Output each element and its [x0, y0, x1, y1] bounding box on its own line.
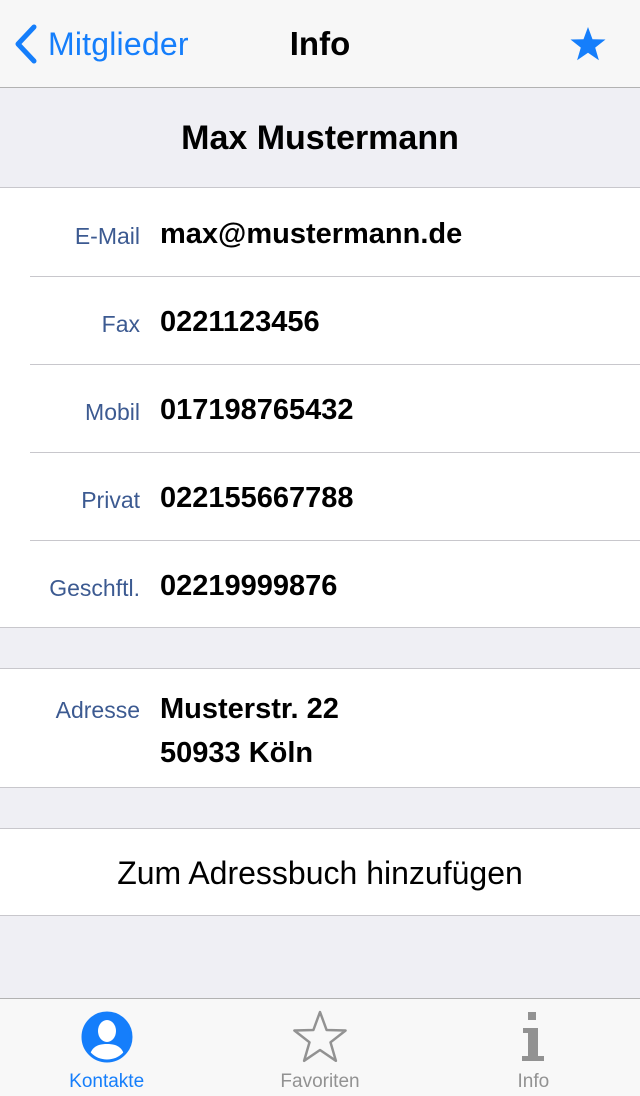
contact-name: Max Mustermann	[0, 88, 640, 188]
contact-icon	[79, 1009, 135, 1065]
field-label-private: Privat	[81, 487, 140, 513]
field-row-mobile[interactable]: Mobil 017198765432	[0, 364, 640, 452]
favorite-button[interactable]	[566, 22, 610, 66]
field-label-fax: Fax	[101, 311, 140, 337]
tab-favorites[interactable]: Favoriten	[213, 999, 426, 1096]
add-to-addressbook-button[interactable]: Zum Adressbuch hinzufügen	[0, 828, 640, 916]
tab-favorites-label: Favoriten	[280, 1071, 360, 1092]
field-label-mobile: Mobil	[85, 399, 140, 425]
field-value-email[interactable]: max@mustermann.de	[160, 188, 462, 276]
field-value-fax[interactable]: 0221123456	[160, 276, 320, 364]
add-to-addressbook-label: Zum Adressbuch hinzufügen	[117, 855, 523, 891]
field-row-email[interactable]: E-Mail max@mustermann.de	[0, 188, 640, 276]
tab-contacts[interactable]: Kontakte	[0, 999, 213, 1096]
address-street: Musterstr. 22	[160, 693, 339, 725]
field-row-private[interactable]: Privat 022155667788	[0, 452, 640, 540]
tab-bar: Kontakte Favoriten Info	[0, 998, 640, 1096]
field-row-business[interactable]: Geschftl. 02219999876	[0, 540, 640, 628]
tab-info-label: Info	[517, 1071, 550, 1092]
tab-contacts-label: Kontakte	[69, 1071, 145, 1092]
star-outline-icon	[292, 1009, 348, 1065]
info-icon	[505, 1009, 561, 1065]
field-row-fax[interactable]: Fax 0221123456	[0, 276, 640, 364]
address-group[interactable]: Adresse Musterstr. 22 50933 Köln	[0, 668, 640, 788]
back-button-label: Mitglieder	[48, 25, 189, 62]
navigation-bar: Mitglieder Info	[0, 0, 640, 88]
tab-info[interactable]: Info	[427, 999, 640, 1096]
star-filled-icon	[570, 27, 606, 61]
back-button[interactable]: Mitglieder	[14, 22, 189, 66]
chevron-left-icon	[15, 24, 37, 64]
field-value-private[interactable]: 022155667788	[160, 452, 354, 540]
address-label: Adresse	[55, 697, 140, 723]
address-city: 50933 Köln	[160, 737, 314, 769]
field-label-business: Geschftl.	[49, 575, 140, 601]
field-value-mobile[interactable]: 017198765432	[160, 364, 354, 452]
field-value-business[interactable]: 02219999876	[160, 540, 337, 628]
field-label-email: E-Mail	[74, 223, 140, 249]
contact-fields-group: E-Mail max@mustermann.de Fax 0221123456 …	[0, 188, 640, 628]
